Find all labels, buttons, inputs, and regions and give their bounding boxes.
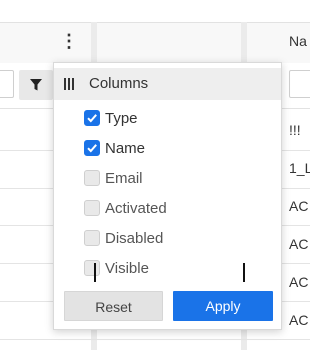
column-option-label: Type <box>105 110 138 127</box>
name-filter-input[interactable] <box>289 70 310 98</box>
column-option-name[interactable]: Name <box>84 139 274 159</box>
resize-marker <box>94 263 96 282</box>
column-option-label: Disabled <box>105 230 164 247</box>
grid-header-row <box>0 22 310 64</box>
checkmark-icon <box>87 144 97 153</box>
apply-button[interactable]: Apply <box>173 291 273 321</box>
column-option-label: Name <box>105 140 146 157</box>
checkbox[interactable] <box>84 140 100 156</box>
checkbox[interactable] <box>84 170 100 186</box>
column-option-label: Visible <box>105 260 149 277</box>
name-column-header[interactable]: Na <box>289 33 307 49</box>
checkbox[interactable] <box>84 200 100 216</box>
table-cell: AC <box>289 198 309 214</box>
column-option-activated[interactable]: Activated <box>84 199 274 219</box>
columns-popup-title: Columns <box>89 75 149 92</box>
column-option-visible[interactable]: Visible <box>84 259 274 279</box>
column-option-label: Activated <box>105 200 167 217</box>
checkbox[interactable] <box>84 110 100 126</box>
checkbox[interactable] <box>84 230 100 246</box>
resize-marker <box>243 263 245 282</box>
filter-icon <box>30 79 42 91</box>
data-grid-view: ⋮ Na !!! 1_L AC AC AC AC Columns Type Na… <box>0 0 310 350</box>
columns-popup: Columns Type Name Email Activated Disabl… <box>53 62 282 330</box>
table-cell: !!! <box>289 122 301 138</box>
columns-popup-header: Columns <box>54 68 281 100</box>
columns-icon <box>64 78 76 90</box>
table-cell: AC <box>289 274 309 290</box>
table-cell: 1_L <box>289 160 310 176</box>
reset-button[interactable]: Reset <box>64 291 163 321</box>
filter-input[interactable] <box>0 70 14 98</box>
checkmark-icon <box>87 114 97 123</box>
table-cell: AC <box>289 312 309 328</box>
column-option-email[interactable]: Email <box>84 169 274 189</box>
table-cell: AC <box>289 236 309 252</box>
row-divider <box>0 339 310 340</box>
checkbox[interactable] <box>84 260 100 276</box>
column-option-type[interactable]: Type <box>84 109 274 129</box>
column-option-label: Email <box>105 170 143 187</box>
column-menu-icon[interactable]: ⋮ <box>60 30 78 52</box>
filter-button[interactable] <box>19 70 53 100</box>
column-option-disabled[interactable]: Disabled <box>84 229 274 249</box>
